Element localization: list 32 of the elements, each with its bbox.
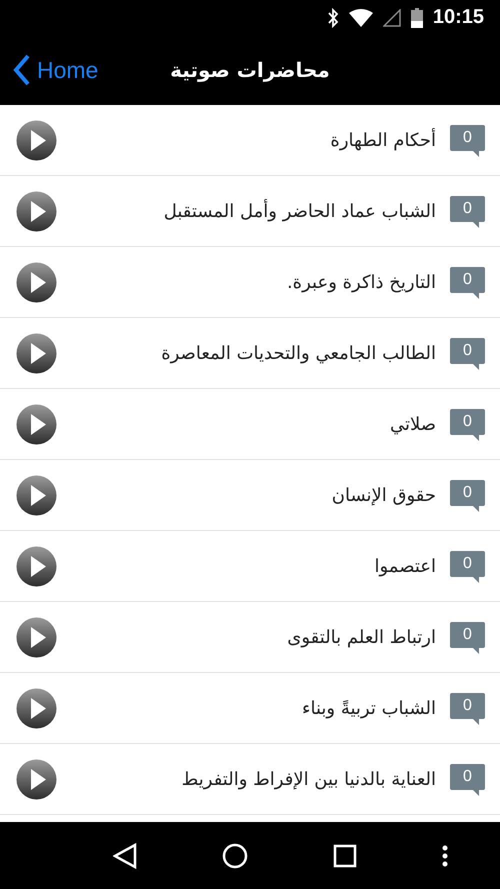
wifi-icon — [348, 8, 373, 26]
play-icon[interactable] — [16, 616, 57, 658]
lecture-title: الشباب عماد الحاضر وأمل المستقبل — [162, 200, 436, 222]
back-button[interactable]: Home — [13, 54, 98, 86]
lecture-title: الشباب تربيةً وبناء — [301, 698, 436, 718]
home-nav-button[interactable] — [222, 842, 248, 868]
lecture-title: حقوق الإنسان — [330, 484, 436, 506]
lecture-title: العناية بالدنيا بين الإفراط والتفريط — [180, 768, 436, 790]
lecture-title: اعتصموا — [374, 556, 436, 576]
menu-button[interactable] — [442, 844, 448, 866]
lecture-title: التاريخ ذاكرة وعبرة. — [286, 272, 436, 292]
bluetooth-icon — [326, 8, 339, 28]
play-icon[interactable] — [16, 262, 57, 302]
play-icon[interactable] — [16, 190, 57, 232]
play-icon[interactable] — [16, 404, 57, 444]
play-icon[interactable] — [16, 474, 57, 516]
lecture-title: الطالب الجامعي والتحديات المعاصرة — [160, 342, 436, 364]
screen-title: محاضرات صوتية — [170, 58, 330, 82]
signal-icon — [382, 8, 401, 26]
back-nav-button[interactable] — [112, 842, 136, 868]
lecture-title: ارتباط العلم بالتقوى — [286, 626, 436, 648]
play-icon[interactable] — [16, 758, 57, 800]
lecture-title: أحكام الطهارة — [329, 130, 436, 150]
play-icon[interactable] — [16, 546, 57, 586]
play-icon[interactable] — [16, 120, 57, 160]
recents-nav-button[interactable] — [332, 844, 356, 868]
chevron-left-icon — [13, 54, 31, 86]
battery-icon — [410, 8, 423, 28]
play-icon[interactable] — [16, 688, 57, 728]
lecture-title: صلاتي — [388, 414, 436, 434]
status-time: 10:15 — [432, 6, 484, 29]
play-icon[interactable] — [16, 332, 57, 374]
